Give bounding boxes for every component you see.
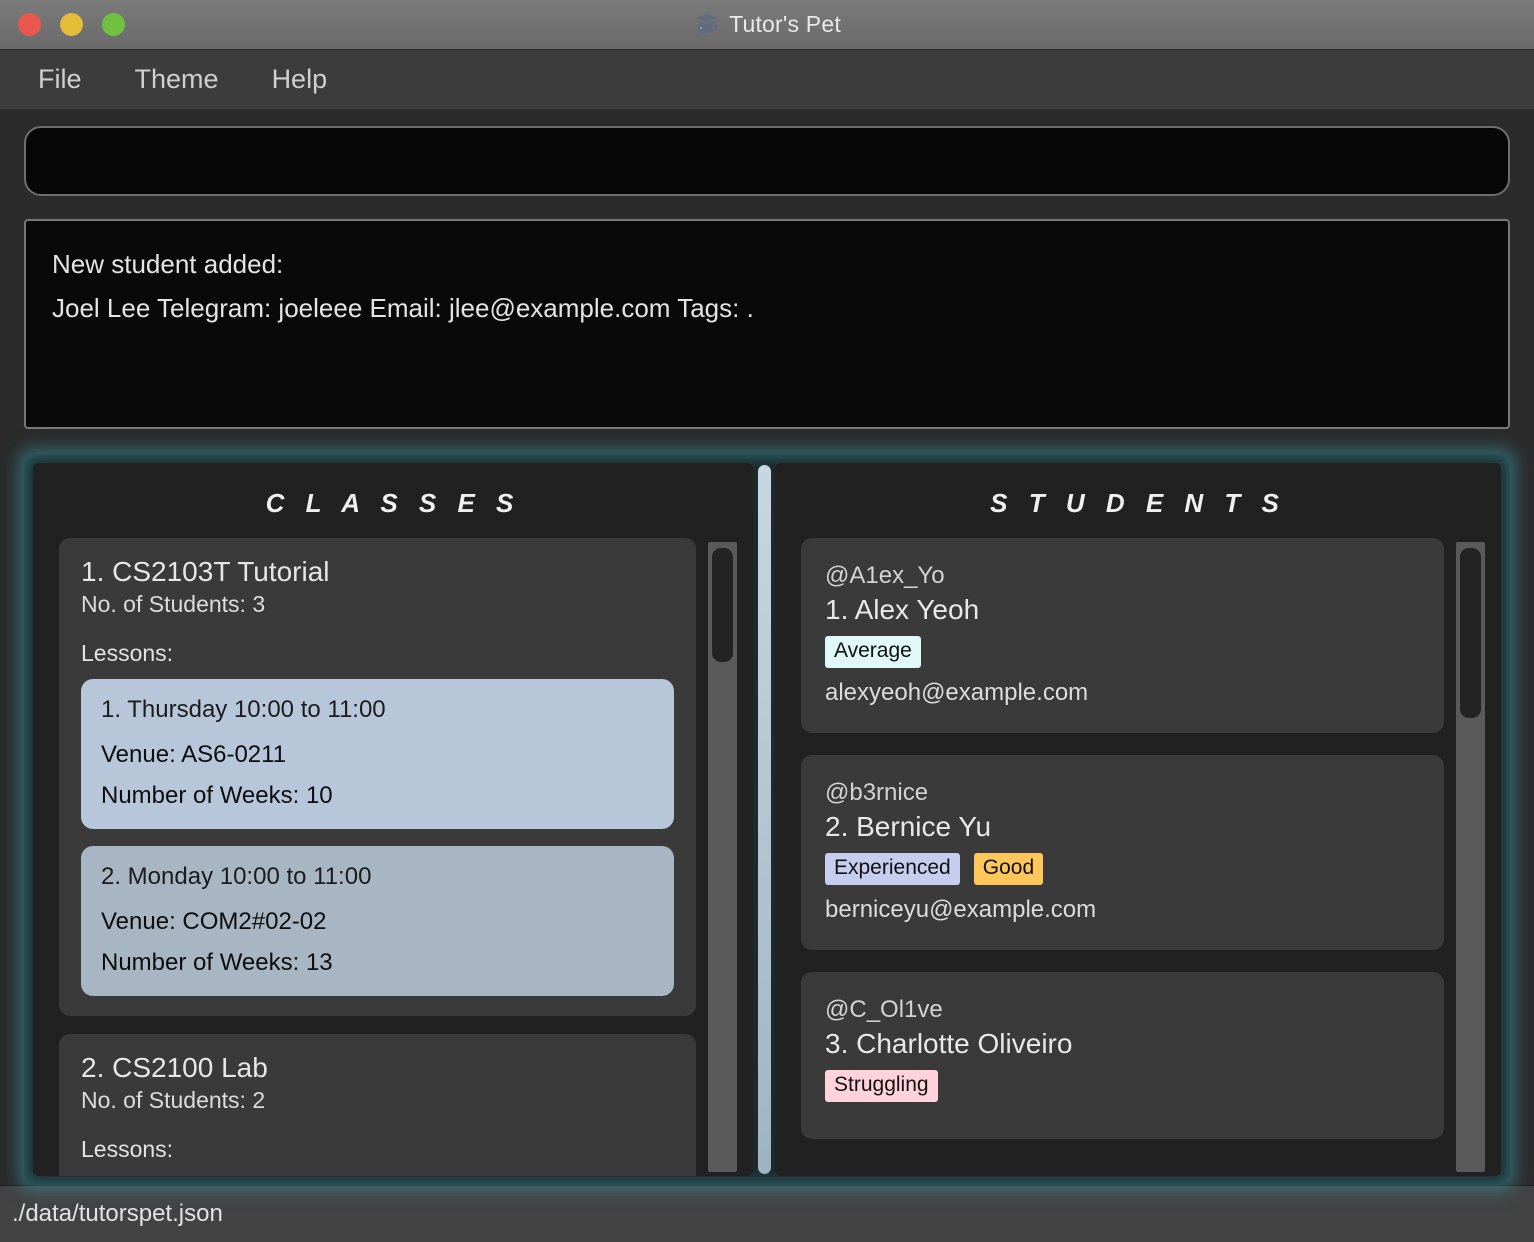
lesson-time: 2. Monday 10:00 to 11:00 bbox=[101, 863, 372, 890]
student-handle: @b3rnice bbox=[825, 779, 929, 807]
students-scrollbar[interactable] bbox=[1456, 542, 1485, 1172]
result-line-2: Joel Lee Telegram: joeleee Email: jlee@e… bbox=[52, 292, 754, 323]
window-title: Tutor's Pet bbox=[729, 11, 841, 37]
maximize-button[interactable] bbox=[102, 13, 125, 36]
result-line-1: New student added: bbox=[52, 249, 284, 279]
student-name: 1. Alex Yeoh bbox=[825, 594, 980, 625]
classes-list[interactable]: 1. CS2103T Tutorial No. of Students: 3 Les… bbox=[59, 538, 696, 1176]
student-handle: @C_Ol1ve bbox=[825, 996, 943, 1024]
lesson-card[interactable]: 1. Thursday 10:00 to 11:00 Venue: AS6-021… bbox=[81, 679, 674, 829]
window-controls bbox=[0, 13, 125, 36]
student-tags: Struggling bbox=[825, 1070, 1420, 1103]
lesson-weeks: Number of Weeks: 13 bbox=[101, 949, 333, 976]
menu-item-help[interactable]: Help bbox=[268, 62, 332, 97]
menu-item-theme[interactable]: Theme bbox=[131, 62, 223, 97]
tag-badge: Good bbox=[973, 853, 1044, 886]
class-card[interactable]: 1. CS2103T Tutorial No. of Students: 3 Les… bbox=[59, 538, 696, 1016]
classes-scrollbar[interactable] bbox=[708, 542, 737, 1172]
class-title: 1. CS2103T Tutorial bbox=[81, 556, 330, 587]
tag-badge: Average bbox=[825, 636, 921, 669]
menu-bar: File Theme Help bbox=[0, 50, 1534, 109]
lesson-venue: Venue: AS6-0211 bbox=[101, 741, 287, 768]
student-tags: Average bbox=[825, 636, 1420, 669]
class-title: 2. CS2100 Lab bbox=[81, 1052, 268, 1083]
class-student-count: No. of Students: 3 bbox=[81, 591, 266, 617]
lessons-label: Lessons: bbox=[81, 1136, 174, 1162]
tag-badge: Struggling bbox=[825, 1070, 938, 1103]
student-email: berniceyu@example.com bbox=[825, 896, 1097, 924]
students-panel: S T U D E N T S @A1ex_Yo 1. Alex Yeoh Aver… bbox=[775, 463, 1501, 1176]
student-name: 2. Bernice Yu bbox=[825, 811, 992, 843]
status-bar: ./data/tutorspet.json bbox=[0, 1185, 1534, 1242]
menu-item-file[interactable]: File bbox=[34, 62, 86, 97]
lesson-venue: Venue: COM2#02-02 bbox=[101, 908, 327, 935]
save-location-path: ./data/tutorspet.json bbox=[12, 1200, 223, 1227]
student-tags: Experienced Good bbox=[825, 853, 1420, 886]
command-input[interactable] bbox=[24, 126, 1510, 196]
classes-panel-header: C L A S S E S bbox=[265, 488, 521, 518]
result-display: New student added: Joel Lee Telegram: jo… bbox=[24, 219, 1510, 429]
student-email: alexyeoh@example.com bbox=[825, 679, 1089, 707]
main-content: New student added: Joel Lee Telegram: jo… bbox=[0, 109, 1534, 1185]
classes-scrollbar-thumb[interactable] bbox=[712, 548, 733, 662]
students-panel-header: S T U D E N T S bbox=[990, 488, 1286, 518]
window-title-bar: Tutor's Pet bbox=[0, 0, 1534, 50]
class-card[interactable]: 2. CS2100 Lab No. of Students: 2 Lessons: bbox=[59, 1034, 696, 1176]
students-scrollbar-thumb[interactable] bbox=[1460, 548, 1481, 719]
lesson-time: 1. Thursday 10:00 to 11:00 bbox=[101, 696, 386, 723]
tag-badge: Experienced bbox=[825, 853, 960, 886]
pane-divider-handle[interactable] bbox=[757, 465, 771, 1174]
student-handle: @A1ex_Yo bbox=[825, 562, 945, 589]
lesson-weeks: Number of Weeks: 10 bbox=[101, 782, 333, 809]
lesson-card[interactable]: 2. Monday 10:00 to 11:00 Venue: COM2#02-0… bbox=[81, 846, 674, 996]
students-list[interactable]: @A1ex_Yo 1. Alex Yeoh Average alexyeoh@exam… bbox=[801, 538, 1444, 1176]
pane-divider[interactable] bbox=[753, 463, 775, 1176]
graduation-cap-icon bbox=[696, 13, 719, 34]
classes-panel: C L A S S E S 1. CS2103T Tutorial No. of … bbox=[33, 463, 753, 1176]
class-student-count: No. of Students: 2 bbox=[81, 1087, 266, 1113]
student-card[interactable]: @A1ex_Yo 1. Alex Yeoh Average alexyeoh@exam… bbox=[801, 538, 1444, 734]
student-card[interactable]: @C_Ol1ve 3. Charlotte Oliveiro Struggling bbox=[801, 972, 1444, 1140]
split-panes: C L A S S E S 1. CS2103T Tutorial No. of … bbox=[24, 454, 1510, 1185]
minimize-button[interactable] bbox=[60, 13, 83, 36]
student-card[interactable]: @b3rnice 2. Bernice Yu Experienced Good bern… bbox=[801, 755, 1444, 951]
student-name: 3. Charlotte Oliveiro bbox=[825, 1028, 1073, 1060]
lessons-label: Lessons: bbox=[81, 640, 174, 666]
close-button[interactable] bbox=[18, 13, 41, 36]
